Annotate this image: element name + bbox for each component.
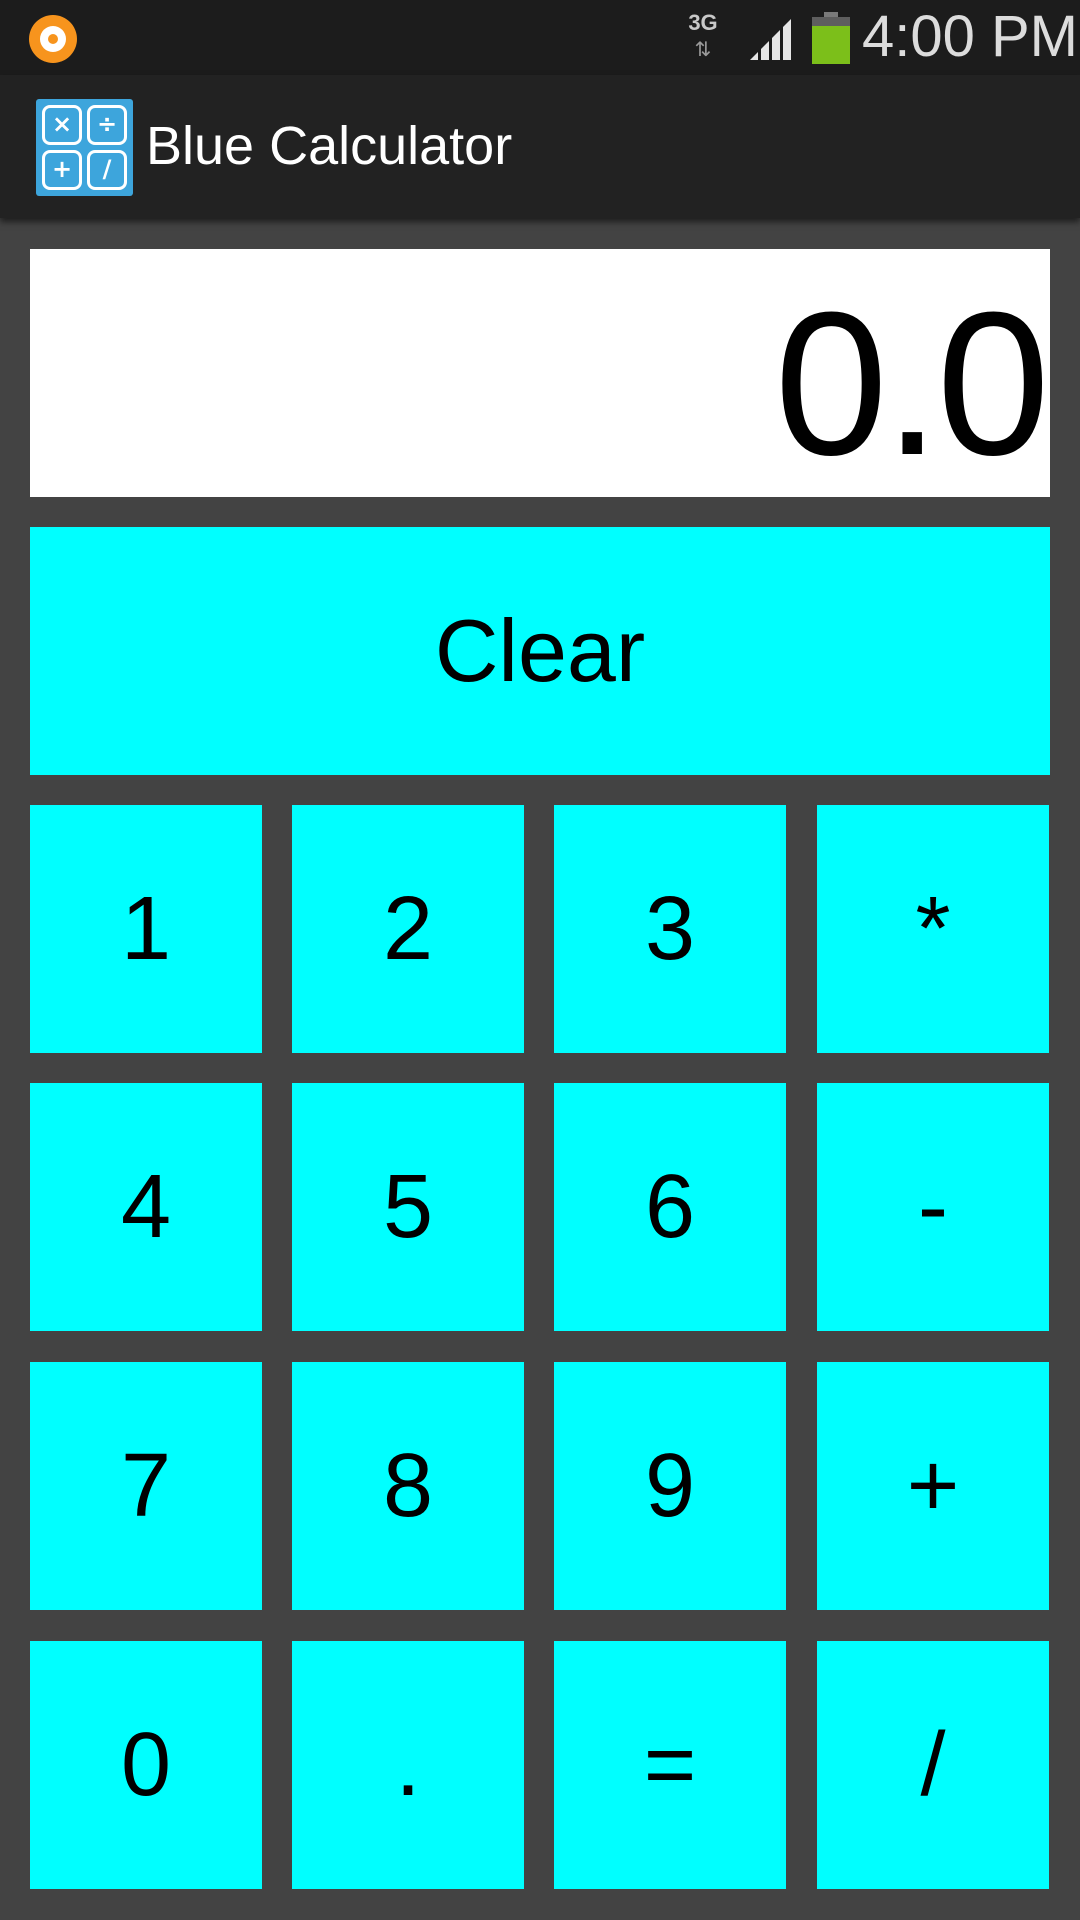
notification-app-icon bbox=[29, 15, 77, 63]
key-1-button[interactable]: 1 bbox=[30, 805, 262, 1053]
app-icon-multiply-symbol: × bbox=[42, 105, 82, 145]
multiply-button[interactable]: * bbox=[817, 805, 1049, 1053]
data-activity-icon: ⇅ bbox=[694, 37, 712, 61]
decimal-button[interactable]: . bbox=[292, 1641, 524, 1889]
signal-strength-icon bbox=[750, 19, 791, 60]
key-5-button[interactable]: 5 bbox=[292, 1083, 524, 1331]
status-bar: 3G ⇅ 4:00 PM bbox=[0, 0, 1080, 75]
equals-button[interactable]: = bbox=[554, 1641, 786, 1889]
app-icon-divide-symbol: ÷ bbox=[87, 105, 127, 145]
network-type-label: 3G bbox=[688, 10, 718, 35]
clear-button[interactable]: Clear bbox=[30, 527, 1050, 775]
divide-button[interactable]: / bbox=[817, 1641, 1049, 1889]
subtract-button[interactable]: - bbox=[817, 1083, 1049, 1331]
key-8-button[interactable]: 8 bbox=[292, 1362, 524, 1610]
key-7-button[interactable]: 7 bbox=[30, 1362, 262, 1610]
calculator-app-icon: × ÷ + / bbox=[36, 99, 133, 196]
key-2-button[interactable]: 2 bbox=[292, 805, 524, 1053]
action-bar: × ÷ + / Blue Calculator bbox=[0, 75, 1080, 218]
app-icon-slash-symbol: / bbox=[87, 150, 127, 190]
status-clock: 4:00 PM bbox=[862, 4, 1078, 69]
key-0-button[interactable]: 0 bbox=[30, 1641, 262, 1889]
calculator-display: 0.0 bbox=[30, 249, 1050, 497]
battery-level-fill bbox=[812, 26, 850, 64]
key-4-button[interactable]: 4 bbox=[30, 1083, 262, 1331]
key-3-button[interactable]: 3 bbox=[554, 805, 786, 1053]
key-9-button[interactable]: 9 bbox=[554, 1362, 786, 1610]
app-title: Blue Calculator bbox=[146, 116, 513, 176]
add-button[interactable]: + bbox=[817, 1362, 1049, 1610]
app-icon-plus-symbol: + bbox=[42, 150, 82, 190]
display-value: 0.0 bbox=[774, 270, 1050, 497]
battery-icon bbox=[812, 12, 850, 64]
key-6-button[interactable]: 6 bbox=[554, 1083, 786, 1331]
